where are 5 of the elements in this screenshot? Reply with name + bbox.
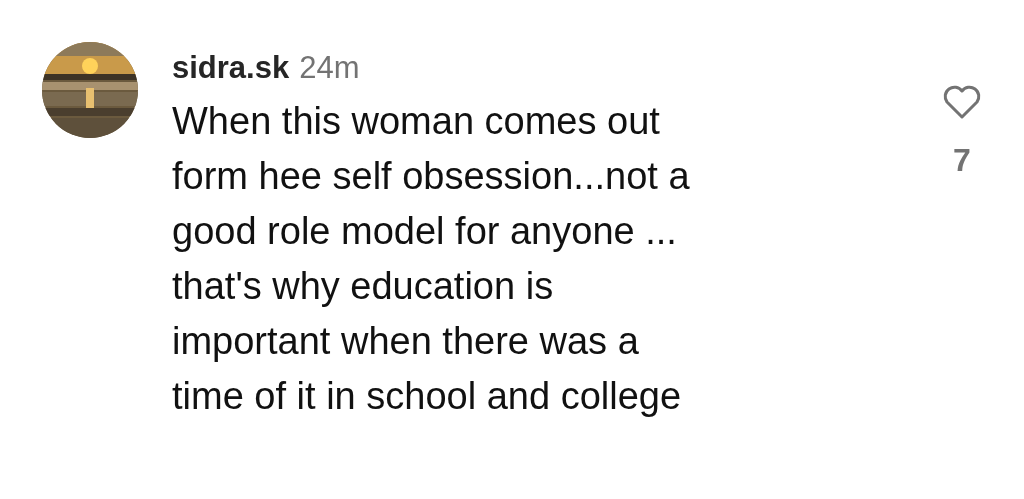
username[interactable]: sidra.sk (172, 50, 290, 86)
timestamp: 24m (299, 50, 360, 86)
like-count: 7 (953, 142, 971, 179)
comment-text: When this woman comes out form hee self obsession...not a good role model for anyone ... that's why education is important when there was a time of it in school and college (172, 99, 691, 419)
heart-icon[interactable] (942, 84, 982, 120)
